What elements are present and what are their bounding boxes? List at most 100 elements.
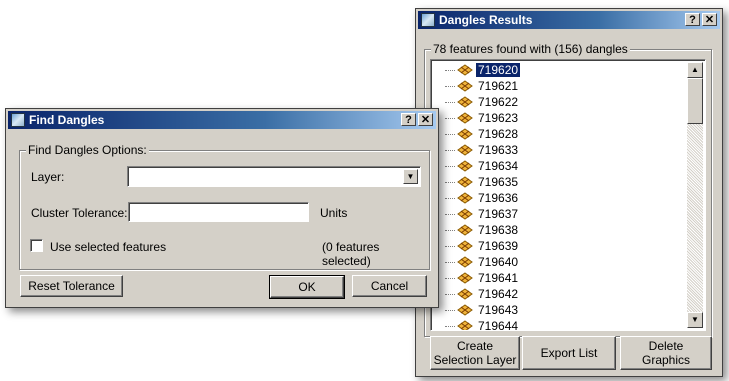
tree-connector	[445, 245, 455, 247]
tree-item[interactable]: 719628	[445, 126, 520, 142]
cluster-tolerance-input[interactable]	[128, 202, 309, 222]
options-groupbox: Find Dangles Options: Layer: ▼ Cluster T…	[19, 143, 430, 270]
create-selection-label-1: Create	[456, 339, 494, 353]
tree-scrollbar[interactable]: ▲ ▼	[687, 62, 703, 328]
tree-connector	[445, 117, 455, 119]
help-button[interactable]: ?	[401, 113, 416, 126]
tree-item-label: 719638	[478, 223, 519, 237]
tree-connector	[445, 133, 455, 135]
dangle-point-icon	[457, 96, 473, 108]
dangle-point-icon	[457, 256, 473, 268]
tree-item[interactable]: 719634	[445, 158, 520, 174]
tree-connector	[445, 229, 455, 231]
tree-item[interactable]: 719639	[445, 238, 520, 254]
tree-item-label: 719635	[478, 175, 519, 189]
find-dangles-window: Find Dangles ? ✕ Find Dangles Options: L…	[5, 108, 439, 308]
tree-item[interactable]: 719620	[445, 62, 521, 78]
tree-item[interactable]: 719621	[445, 78, 520, 94]
tree-item-label: 719644	[478, 319, 519, 331]
cluster-tolerance-label: Cluster Tolerance:	[31, 206, 128, 220]
tree-item[interactable]: 719638	[445, 222, 520, 238]
tree-item[interactable]: 719640	[445, 254, 520, 270]
use-selected-label[interactable]: Use selected features	[50, 240, 166, 254]
find-titlebar[interactable]: Find Dangles ? ✕	[8, 111, 436, 129]
layer-dropdown[interactable]: ▼	[127, 166, 421, 187]
results-summary: 78 features found with (156) dangles	[431, 42, 630, 56]
tree-connector	[445, 69, 455, 71]
tree-item-label: 719640	[478, 255, 519, 269]
ok-button[interactable]: OK	[269, 275, 345, 299]
tree-item-label: 719641	[478, 271, 519, 285]
help-button[interactable]: ?	[685, 13, 700, 26]
tree-connector	[445, 309, 455, 311]
close-button[interactable]: ✕	[418, 113, 433, 126]
tree-item[interactable]: 719635	[445, 174, 520, 190]
tree-connector	[445, 261, 455, 263]
options-legend: Find Dangles Options:	[26, 143, 149, 157]
dangle-point-icon	[457, 144, 473, 156]
tree-item-label: 719622	[478, 95, 519, 109]
tree-connector	[445, 101, 455, 103]
tree-item[interactable]: 719641	[445, 270, 520, 286]
tree-item[interactable]: 719636	[445, 190, 520, 206]
delete-graphics-button[interactable]: Delete Graphics	[620, 336, 712, 370]
tree-item-label: 719637	[478, 207, 519, 221]
create-selection-label-2: Selection Layer	[433, 353, 517, 367]
tree-connector	[445, 149, 455, 151]
cancel-button[interactable]: Cancel	[352, 275, 427, 297]
reset-tolerance-button[interactable]: Reset Tolerance	[20, 275, 123, 297]
dangle-point-icon	[457, 304, 473, 316]
scroll-up-arrow-icon[interactable]: ▲	[687, 62, 703, 78]
tree-item[interactable]: 719644	[445, 318, 520, 331]
tree-item[interactable]: 719623	[445, 110, 520, 126]
dangle-point-icon	[457, 320, 473, 330]
results-groupbox: 78 features found with (156) dangles 719…	[424, 42, 712, 337]
export-list-label: Export List	[540, 346, 598, 360]
tree-connector	[445, 197, 455, 199]
tree-item-label: 719643	[478, 303, 519, 317]
tree-connector	[445, 293, 455, 295]
tree-item-label: 719639	[478, 239, 519, 253]
dangles-tree[interactable]: 719620 719621 719622 719623 719628 719633 7196…	[430, 59, 706, 331]
dangle-point-icon	[457, 128, 473, 140]
tree-item[interactable]: 719633	[445, 142, 520, 158]
results-titlebar[interactable]: Dangles Results ? ✕	[418, 11, 720, 29]
tree-item[interactable]: 719643	[445, 302, 520, 318]
tree-item-label: 719621	[478, 79, 519, 93]
tree-connector	[445, 165, 455, 167]
results-title: Dangles Results	[439, 13, 533, 27]
close-button[interactable]: ✕	[702, 13, 717, 26]
tree-connector	[445, 213, 455, 215]
tree-item-label: 719628	[478, 127, 519, 141]
tree-item[interactable]: 719642	[445, 286, 520, 302]
use-selected-checkbox[interactable]	[30, 239, 43, 252]
tree-connector	[445, 181, 455, 183]
tree-item-label: 719636	[478, 191, 519, 205]
tree-item[interactable]: 719637	[445, 206, 520, 222]
chevron-down-icon[interactable]: ▼	[403, 169, 418, 184]
dangle-point-icon	[457, 64, 473, 76]
scroll-thumb[interactable]	[687, 78, 703, 124]
tree-item[interactable]: 719622	[445, 94, 520, 110]
tree-item-label: 719623	[478, 111, 519, 125]
tree-item-label: 719633	[478, 143, 519, 157]
units-label: Units	[320, 206, 348, 220]
dangle-point-icon	[457, 192, 473, 204]
layer-label: Layer:	[31, 170, 65, 184]
create-selection-layer-button[interactable]: Create Selection Layer	[430, 336, 520, 370]
dangle-point-icon	[457, 288, 473, 300]
tree-connector	[445, 325, 455, 327]
tree-connector	[445, 277, 455, 279]
dangles-results-window: Dangles Results ? ✕ 78 features found wi…	[415, 8, 723, 377]
find-title: Find Dangles	[29, 113, 105, 127]
dangle-point-icon	[457, 112, 473, 124]
export-list-button[interactable]: Export List	[522, 336, 616, 370]
scroll-down-arrow-icon[interactable]: ▼	[687, 312, 703, 328]
map-window-icon	[421, 13, 435, 27]
reset-tolerance-label: Reset Tolerance	[28, 279, 115, 293]
delete-graphics-label-1: Delete	[648, 339, 684, 353]
cancel-label: Cancel	[370, 279, 409, 293]
dangle-point-icon	[457, 240, 473, 252]
tree-item-label: 719634	[478, 159, 519, 173]
map-window-icon	[11, 113, 25, 127]
